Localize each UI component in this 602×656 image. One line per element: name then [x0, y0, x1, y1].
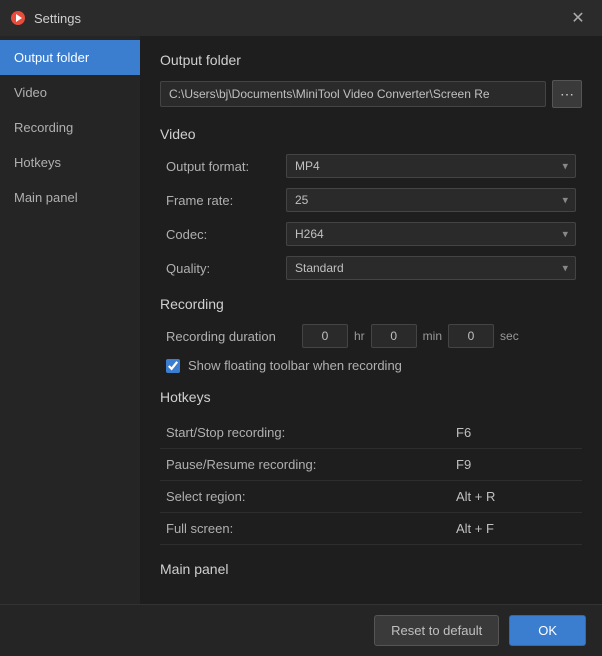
- codec-row: Codec: H264 H265: [160, 222, 582, 246]
- folder-row: C:\Users\bj\Documents\MiniTool Video Con…: [160, 80, 582, 108]
- sidebar: Output folder Video Recording Hotkeys Ma…: [0, 36, 140, 604]
- settings-window: Settings ✕ Output folder Video Recording…: [0, 0, 602, 656]
- recording-section-title: Recording: [160, 296, 582, 312]
- quality-row: Quality: Standard High Ultra: [160, 256, 582, 280]
- folder-path: C:\Users\bj\Documents\MiniTool Video Con…: [160, 81, 546, 107]
- sidebar-item-video[interactable]: Video: [0, 75, 140, 110]
- hotkey-start-stop-label: Start/Stop recording:: [166, 425, 456, 440]
- quality-select-wrapper: Standard High Ultra: [286, 256, 576, 280]
- duration-hr-input[interactable]: [302, 324, 348, 348]
- hotkey-select-region-row: Select region: Alt + R: [160, 481, 582, 513]
- duration-min-input[interactable]: [371, 324, 417, 348]
- frame-rate-select-wrapper: 25 30 60: [286, 188, 576, 212]
- hotkey-pause-resume-value: F9: [456, 457, 576, 472]
- sidebar-item-main-panel[interactable]: Main panel: [0, 180, 140, 215]
- ok-button[interactable]: OK: [509, 615, 586, 646]
- toolbar-checkbox-row: Show floating toolbar when recording: [160, 358, 582, 373]
- main-panel-title: Main panel: [160, 561, 582, 577]
- hotkey-pause-resume-label: Pause/Resume recording:: [166, 457, 456, 472]
- output-folder-title: Output folder: [160, 52, 582, 68]
- duration-row: Recording duration hr min sec: [160, 324, 582, 348]
- window-title: Settings: [34, 11, 81, 26]
- video-section: Video Output format: MP4 AVI MKV Frame r…: [160, 126, 582, 280]
- reset-button[interactable]: Reset to default: [374, 615, 499, 646]
- hotkeys-section-title: Hotkeys: [160, 389, 582, 405]
- frame-rate-select[interactable]: 25 30 60: [286, 188, 576, 212]
- browse-button[interactable]: ⋯: [552, 80, 582, 108]
- browse-icon: ⋯: [560, 86, 574, 103]
- min-unit: min: [423, 329, 442, 343]
- hotkey-select-region-value: Alt + R: [456, 489, 576, 504]
- frame-rate-row: Frame rate: 25 30 60: [160, 188, 582, 212]
- sidebar-item-recording[interactable]: Recording: [0, 110, 140, 145]
- recording-section: Recording Recording duration hr min sec …: [160, 296, 582, 373]
- output-format-select[interactable]: MP4 AVI MKV: [286, 154, 576, 178]
- hotkey-full-screen-row: Full screen: Alt + F: [160, 513, 582, 545]
- duration-label: Recording duration: [166, 329, 296, 344]
- codec-select-wrapper: H264 H265: [286, 222, 576, 246]
- hotkeys-section: Hotkeys Start/Stop recording: F6 Pause/R…: [160, 389, 582, 545]
- hotkey-pause-resume-row: Pause/Resume recording: F9: [160, 449, 582, 481]
- sec-unit: sec: [500, 329, 519, 343]
- titlebar-left: Settings: [10, 10, 81, 26]
- duration-sec-input[interactable]: [448, 324, 494, 348]
- hotkey-select-region-label: Select region:: [166, 489, 456, 504]
- output-format-row: Output format: MP4 AVI MKV: [160, 154, 582, 178]
- quality-label: Quality:: [166, 261, 286, 276]
- video-section-title: Video: [160, 126, 582, 142]
- app-icon: [10, 10, 26, 26]
- codec-select[interactable]: H264 H265: [286, 222, 576, 246]
- hotkey-start-stop-value: F6: [456, 425, 576, 440]
- content-area: Output folder C:\Users\bj\Documents\Mini…: [140, 36, 602, 604]
- output-format-select-wrapper: MP4 AVI MKV: [286, 154, 576, 178]
- titlebar: Settings ✕: [0, 0, 602, 36]
- output-format-label: Output format:: [166, 159, 286, 174]
- close-button[interactable]: ✕: [564, 4, 592, 32]
- frame-rate-label: Frame rate:: [166, 193, 286, 208]
- codec-label: Codec:: [166, 227, 286, 242]
- main-panel-section: Main panel: [160, 561, 582, 577]
- quality-select[interactable]: Standard High Ultra: [286, 256, 576, 280]
- sidebar-item-output-folder[interactable]: Output folder: [0, 40, 140, 75]
- hotkey-full-screen-value: Alt + F: [456, 521, 576, 536]
- sidebar-item-hotkeys[interactable]: Hotkeys: [0, 145, 140, 180]
- toolbar-checkbox[interactable]: [166, 359, 180, 373]
- hr-unit: hr: [354, 329, 365, 343]
- main-content: Output folder Video Recording Hotkeys Ma…: [0, 36, 602, 604]
- footer: Reset to default OK: [0, 604, 602, 656]
- hotkey-full-screen-label: Full screen:: [166, 521, 456, 536]
- toolbar-checkbox-label: Show floating toolbar when recording: [188, 358, 402, 373]
- hotkey-start-stop-row: Start/Stop recording: F6: [160, 417, 582, 449]
